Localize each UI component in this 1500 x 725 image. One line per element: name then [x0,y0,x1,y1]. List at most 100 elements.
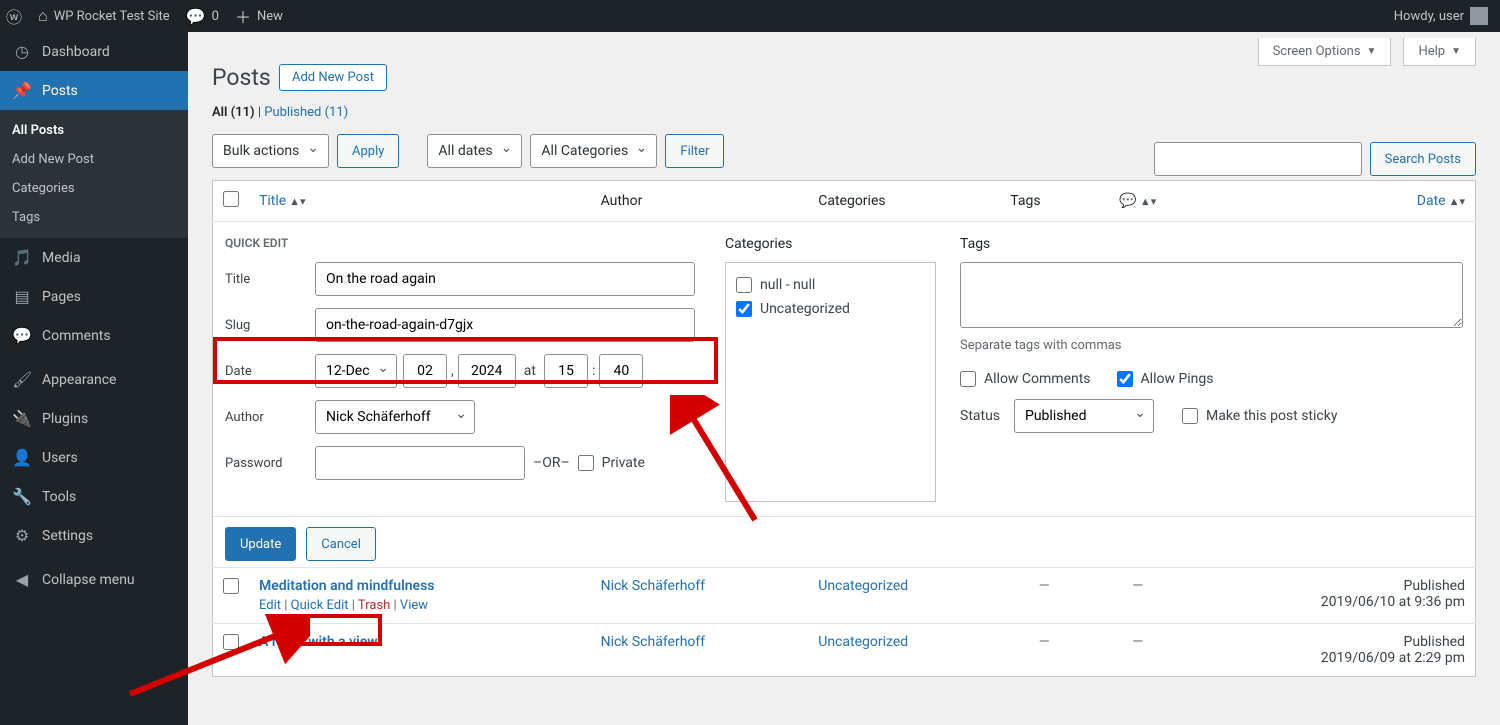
menu-plugins[interactable]: 🔌Plugins [0,399,188,438]
post-title-link[interactable]: Meditation and mindfulness [259,578,434,594]
menu-dashboard[interactable]: ◷Dashboard [0,32,188,71]
submenu-add-new[interactable]: Add New Post [0,145,188,174]
table-row: Meditation and mindfulness Edit | Quick … [213,568,1476,624]
row-checkbox[interactable] [223,578,239,594]
author-link[interactable]: Nick Schäferhoff [601,578,706,594]
qe-author-select[interactable]: Nick Schäferhoff [315,400,475,434]
menu-comments[interactable]: 💬Comments [0,316,188,355]
tags-cell: — [1000,568,1088,624]
menu-users[interactable]: 👤Users [0,438,188,477]
categories-select[interactable]: All Categories [530,134,657,168]
menu-media[interactable]: 🎵Media [0,238,188,277]
qe-month-select[interactable]: 12-Dec [315,354,397,388]
view-link[interactable]: View [400,598,428,613]
menu-settings[interactable]: ⚙Settings [0,516,188,555]
help-tab[interactable]: Help▼ [1403,38,1476,66]
col-tags[interactable]: Tags [1000,181,1088,222]
search-input[interactable] [1154,142,1362,176]
bulk-actions-select[interactable]: Bulk actions [212,134,329,168]
view-filters: All (11) | Published (11) [212,105,1476,120]
comment-icon: 💬 [1119,193,1136,209]
comments-cell: — [1088,624,1187,677]
trash-link[interactable]: Trash [358,598,390,613]
allow-comments-checkbox[interactable] [960,371,976,387]
plus-icon: ＋ [235,4,251,28]
col-comments[interactable]: 💬 ▲▾ [1088,181,1187,222]
comment-count: 0 [212,9,219,24]
menu-tools[interactable]: 🔧Tools [0,477,188,516]
qe-tags-help: Separate tags with commas [960,338,1463,353]
menu-posts[interactable]: 📌Posts [0,71,188,110]
qe-year-input[interactable] [458,354,516,388]
qe-slug-input[interactable] [315,308,695,342]
qe-title-input[interactable] [315,262,695,296]
date-text: 2019/06/10 at 9:36 pm [1198,594,1465,610]
user-icon: 👤 [12,448,32,467]
add-new-post-button[interactable]: Add New Post [279,64,387,91]
post-title-link[interactable]: A room with a view [259,634,378,650]
new-label: New [257,9,283,24]
media-icon: 🎵 [12,248,32,267]
qe-hour-input[interactable] [544,354,588,388]
sort-icon: ▲▾ [1449,195,1465,208]
date-text: 2019/06/09 at 2:29 pm [1198,650,1465,666]
allow-pings-checkbox[interactable] [1117,371,1133,387]
dates-select[interactable]: All dates [427,134,522,168]
filter-button[interactable]: Filter [665,134,724,168]
submenu-tags[interactable]: Tags [0,203,188,232]
update-button[interactable]: Update [225,527,296,561]
col-date[interactable]: Date▲▾ [1188,181,1476,222]
select-all-checkbox[interactable] [223,191,239,207]
qe-private-label: Private [602,455,645,471]
site-title: WP Rocket Test Site [54,9,170,24]
quick-edit-row: QUICK EDIT Title Slug Date [213,222,1476,568]
collapse-menu[interactable]: ◀Collapse menu [0,560,188,599]
comments-link[interactable]: 💬0 [186,7,219,26]
col-author[interactable]: Author [591,181,809,222]
table-row: A room with a view Nick Schäferhoff Unca… [213,624,1476,677]
author-link[interactable]: Nick Schäferhoff [601,634,706,650]
page-title: Posts [212,38,271,91]
site-link[interactable]: ⌂ WP Rocket Test Site [38,6,170,26]
qe-private-checkbox[interactable] [578,455,594,471]
menu-pages[interactable]: ▤Pages [0,277,188,316]
category-link[interactable]: Uncategorized [818,578,908,594]
home-icon: ⌂ [38,6,48,26]
row-checkbox[interactable] [223,634,239,650]
qe-tags-textarea[interactable] [960,262,1463,328]
apply-button[interactable]: Apply [337,134,399,168]
submenu-all-posts[interactable]: All Posts [0,116,188,145]
screen-options-tab[interactable]: Screen Options▼ [1258,38,1392,66]
my-account[interactable]: Howdy, user [1394,7,1488,25]
category-link[interactable]: Uncategorized [818,634,908,650]
collapse-icon: ◀ [12,570,32,589]
qe-minute-input[interactable] [599,354,643,388]
status-text: Published [1198,634,1465,650]
edit-link[interactable]: Edit [259,598,281,613]
search-posts-button[interactable]: Search Posts [1370,142,1476,176]
cat-null-checkbox[interactable] [736,277,752,293]
menu-appearance[interactable]: 🖌Appearance [0,360,188,399]
sticky-checkbox[interactable] [1182,408,1198,424]
col-categories[interactable]: Categories [808,181,1000,222]
quick-edit-link[interactable]: Quick Edit [291,598,349,613]
qe-categories-box: null - null Uncategorized [725,262,936,502]
qe-day-input[interactable] [403,354,447,388]
new-content-link[interactable]: ＋ New [235,4,283,28]
qe-password-input[interactable] [315,446,525,480]
qe-at-label: at [524,363,536,379]
qe-date-label: Date [225,364,315,379]
cat-uncategorized-checkbox[interactable] [736,301,752,317]
qe-password-label: Password [225,456,315,471]
view-published[interactable]: Published (11) [264,105,348,120]
qe-status-select[interactable]: Published [1014,399,1154,433]
sort-icon: ▲▾ [1140,195,1156,208]
comments-cell: — [1088,568,1187,624]
dashboard-icon: ◷ [12,42,32,61]
qe-tags-header: Tags [960,236,1463,252]
submenu-categories[interactable]: Categories [0,174,188,203]
cancel-button[interactable]: Cancel [306,527,376,561]
col-title[interactable]: Title▲▾ [249,181,591,222]
wp-logo[interactable]: ⓦ [6,4,22,28]
qe-categories-header: Categories [725,236,936,252]
